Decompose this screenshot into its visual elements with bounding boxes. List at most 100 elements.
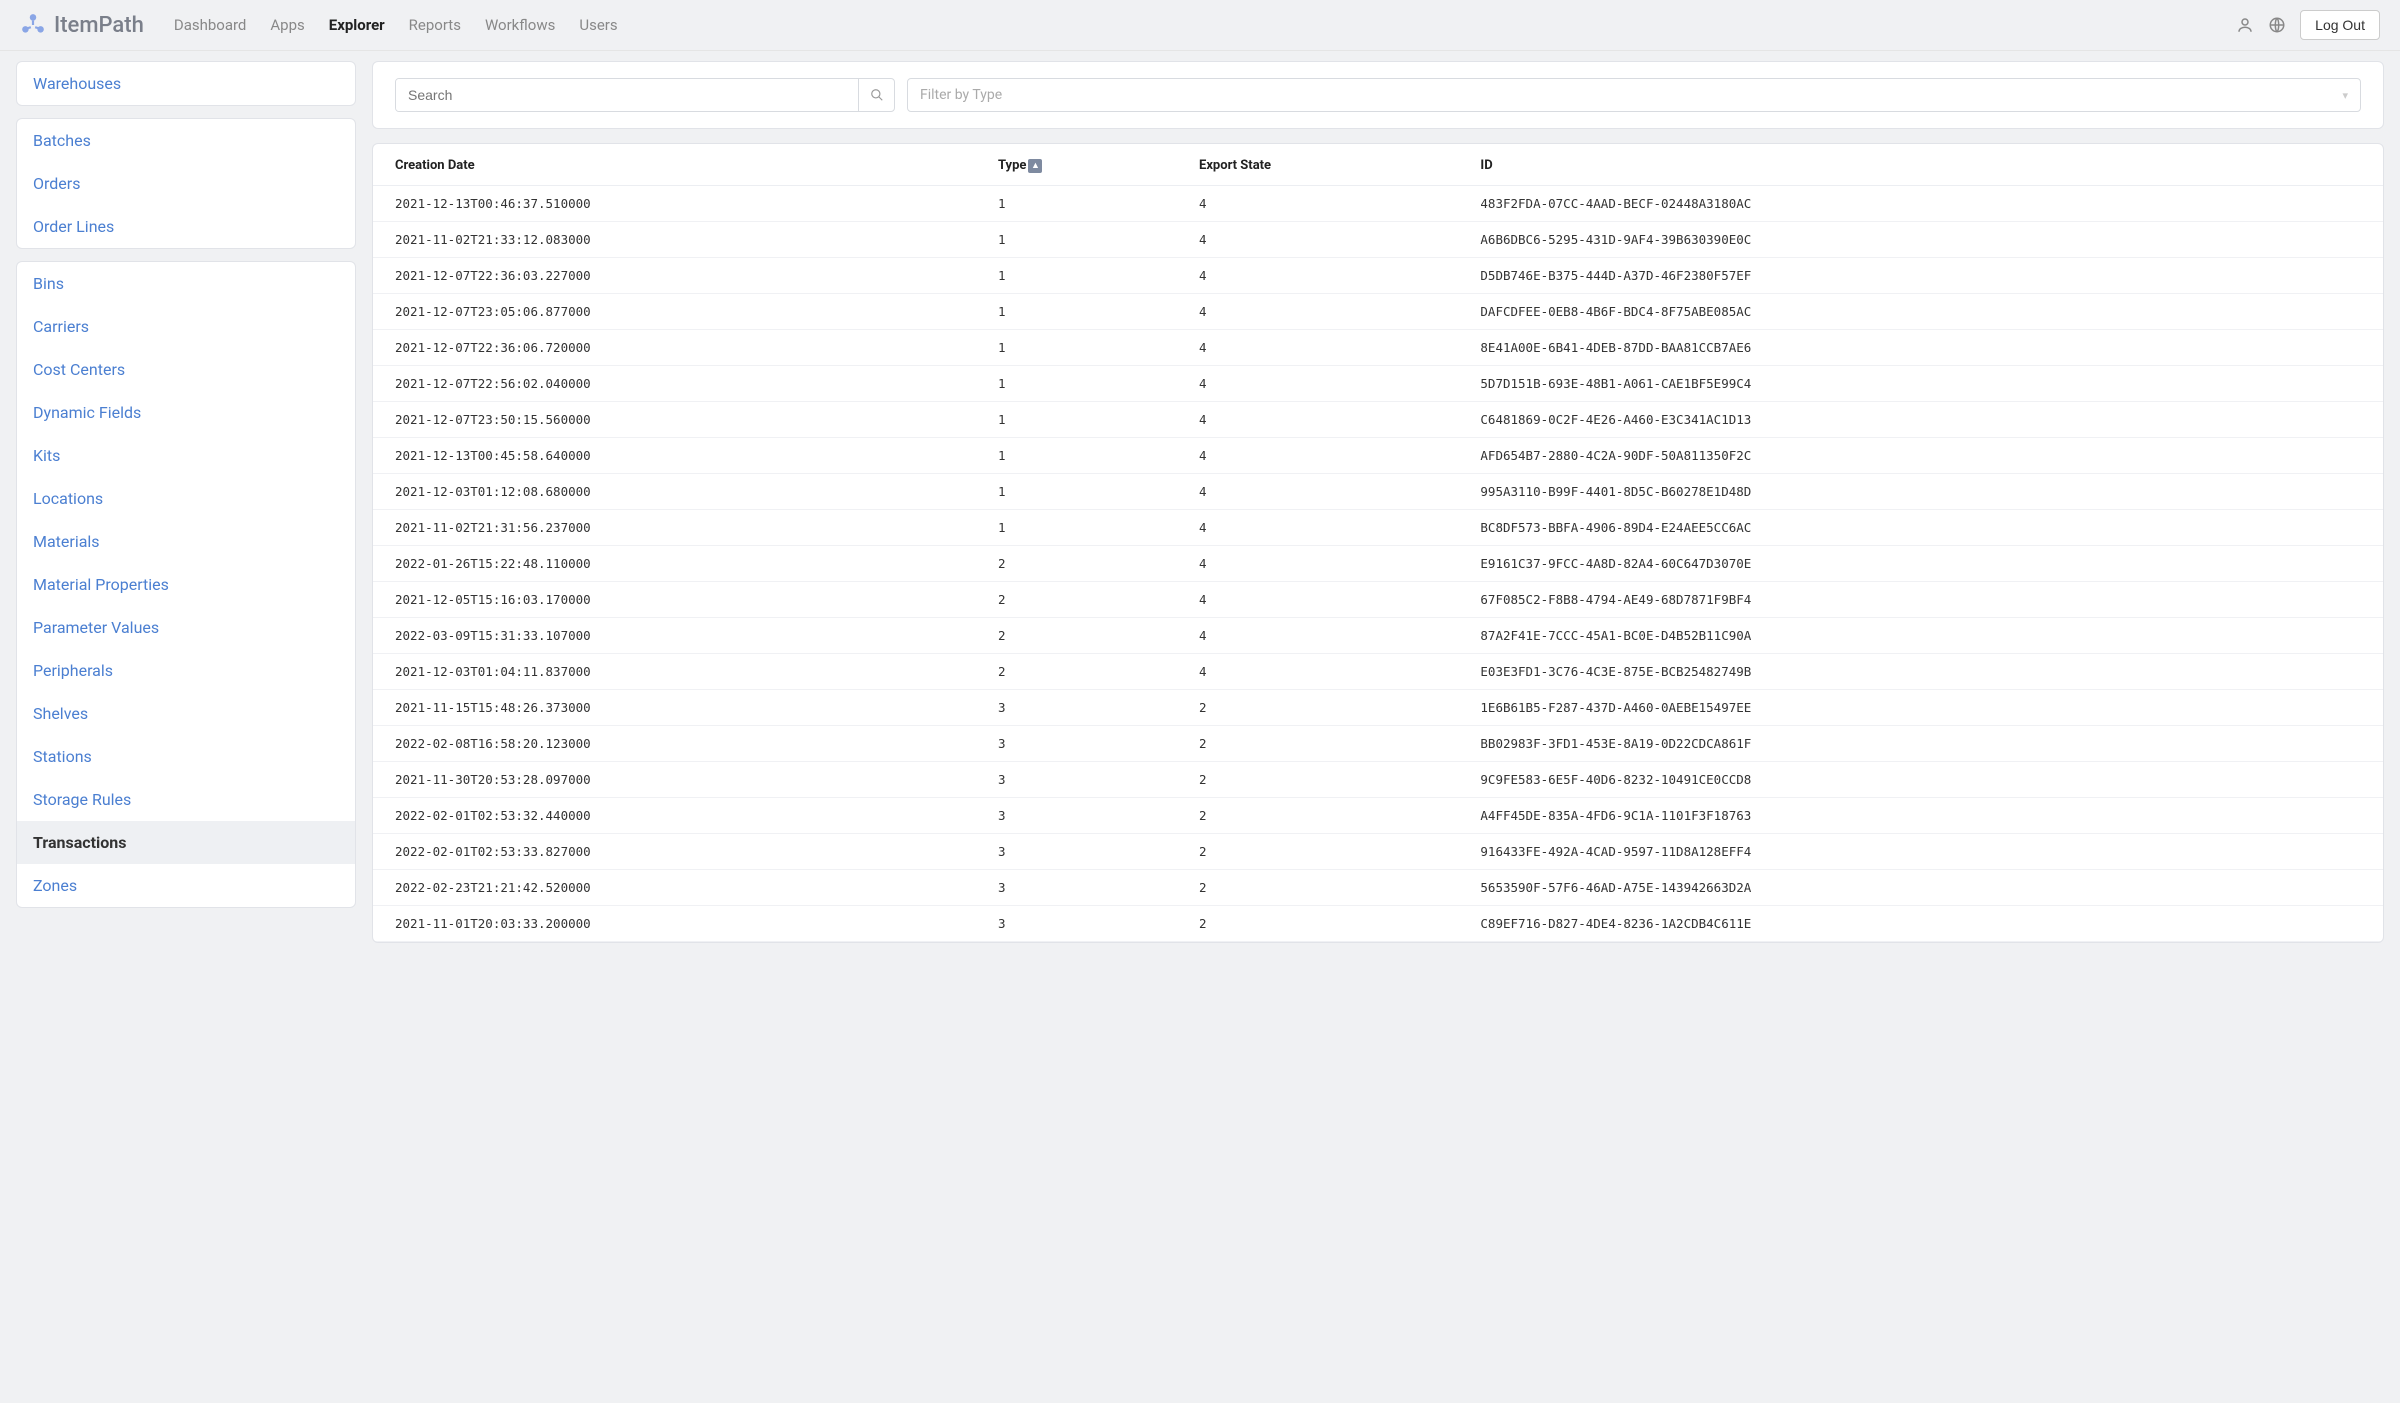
cell-creation-date: 2021-12-03T01:12:08.680000 (373, 474, 976, 510)
sidebar-item-kits[interactable]: Kits (17, 434, 355, 477)
sidebar-item-stations[interactable]: Stations (17, 735, 355, 778)
search-input[interactable] (396, 79, 858, 111)
column-creation-date[interactable]: Creation Date (373, 144, 976, 186)
cell-export-state: 4 (1177, 402, 1458, 438)
nav-links: Dashboard Apps Explorer Reports Workflows Use… (174, 16, 2236, 34)
sidebar-item-storage-rules[interactable]: Storage Rules (17, 778, 355, 821)
cell-creation-date: 2022-03-09T15:31:33.107000 (373, 618, 976, 654)
cell-type: 1 (976, 510, 1177, 546)
cell-export-state: 4 (1177, 222, 1458, 258)
search-icon (870, 88, 884, 102)
cell-creation-date: 2021-12-07T22:56:02.040000 (373, 366, 976, 402)
sidebar-item-bins[interactable]: Bins (17, 262, 355, 305)
sidebar-item-zones[interactable]: Zones (17, 864, 355, 907)
table-row[interactable]: 2021-12-07T22:36:06.720000148E41A00E-6B4… (373, 330, 2383, 366)
column-export-state[interactable]: Export State (1177, 144, 1458, 186)
cell-creation-date: 2021-11-30T20:53:28.097000 (373, 762, 976, 798)
sidebar-item-order-lines[interactable]: Order Lines (17, 205, 355, 248)
sidebar-item-materials[interactable]: Materials (17, 520, 355, 563)
cell-type: 1 (976, 366, 1177, 402)
table-row[interactable]: 2021-12-07T23:05:06.87700014DAFCDFEE-0EB… (373, 294, 2383, 330)
cell-id: D5DB746E-B375-444D-A37D-46F2380F57EF (1458, 258, 2383, 294)
cell-type: 2 (976, 618, 1177, 654)
nav-users[interactable]: Users (579, 16, 617, 34)
nav-dashboard[interactable]: Dashboard (174, 16, 247, 34)
cell-type: 1 (976, 330, 1177, 366)
table-row[interactable]: 2021-12-13T00:46:37.51000014483F2FDA-07C… (373, 186, 2383, 222)
cell-creation-date: 2021-11-02T21:33:12.083000 (373, 222, 976, 258)
cell-type: 3 (976, 798, 1177, 834)
cell-export-state: 4 (1177, 438, 1458, 474)
logo-icon (20, 12, 46, 38)
cell-id: C6481869-0C2F-4E26-A460-E3C341AC1D13 (1458, 402, 2383, 438)
sidebar-item-orders[interactable]: Orders (17, 162, 355, 205)
cell-type: 1 (976, 294, 1177, 330)
logout-button[interactable]: Log Out (2300, 10, 2380, 40)
sidebar-item-shelves[interactable]: Shelves (17, 692, 355, 735)
sidebar-group: BinsCarriersCost CentersDynamic FieldsKi… (16, 261, 356, 908)
brand[interactable]: ItemPath (20, 12, 144, 38)
sidebar-item-dynamic-fields[interactable]: Dynamic Fields (17, 391, 355, 434)
cell-id: A6B6DBC6-5295-431D-9AF4-39B630390E0C (1458, 222, 2383, 258)
cell-id: 9C9FE583-6E5F-40D6-8232-10491CE0CCD8 (1458, 762, 2383, 798)
table-row[interactable]: 2021-11-15T15:48:26.373000321E6B61B5-F28… (373, 690, 2383, 726)
table-row[interactable]: 2022-02-08T16:58:20.12300032BB02983F-3FD… (373, 726, 2383, 762)
transactions-table: Creation Date Type▲Export StateID 2021-12… (373, 144, 2383, 942)
cell-creation-date: 2021-12-07T23:50:15.560000 (373, 402, 976, 438)
table-row[interactable]: 2022-02-01T02:53:32.44000032A4FF45DE-835… (373, 798, 2383, 834)
sidebar-item-peripherals[interactable]: Peripherals (17, 649, 355, 692)
sidebar-item-locations[interactable]: Locations (17, 477, 355, 520)
column-label: Creation Date (395, 158, 475, 173)
filter-card: Filter by Type ▾ (372, 61, 2384, 129)
cell-id: 1E6B61B5-F287-437D-A460-0AEBE15497EE (1458, 690, 2383, 726)
nav-workflows[interactable]: Workflows (485, 16, 555, 34)
table-card: Creation Date Type▲Export StateID 2021-12… (372, 143, 2384, 943)
cell-export-state: 4 (1177, 366, 1458, 402)
sidebar-item-batches[interactable]: Batches (17, 119, 355, 162)
type-filter[interactable]: Filter by Type ▾ (907, 78, 2361, 112)
table-row[interactable]: 2021-12-05T15:16:03.1700002467F085C2-F8B… (373, 582, 2383, 618)
column-type[interactable]: Type▲ (976, 144, 1177, 186)
cell-creation-date: 2021-12-13T00:45:58.640000 (373, 438, 976, 474)
cell-type: 2 (976, 582, 1177, 618)
table-row[interactable]: 2022-02-01T02:53:33.82700032916433FE-492… (373, 834, 2383, 870)
cell-id: A4FF45DE-835A-4FD6-9C1A-1101F3F18763 (1458, 798, 2383, 834)
table-row[interactable]: 2021-12-07T23:50:15.56000014C6481869-0C2… (373, 402, 2383, 438)
table-row[interactable]: 2021-11-02T21:33:12.08300014A6B6DBC6-529… (373, 222, 2383, 258)
table-row[interactable]: 2022-02-23T21:21:42.520000325653590F-57F… (373, 870, 2383, 906)
table-row[interactable]: 2021-12-13T00:45:58.64000014AFD654B7-288… (373, 438, 2383, 474)
sidebar-item-transactions[interactable]: Transactions (17, 821, 355, 864)
cell-export-state: 4 (1177, 582, 1458, 618)
table-row[interactable]: 2021-12-07T22:36:03.22700014D5DB746E-B37… (373, 258, 2383, 294)
column-id[interactable]: ID (1458, 144, 2383, 186)
sidebar-group: Warehouses (16, 61, 356, 106)
sidebar-item-material-properties[interactable]: Material Properties (17, 563, 355, 606)
brand-text: ItemPath (54, 13, 144, 38)
cell-type: 1 (976, 438, 1177, 474)
globe-icon[interactable] (2268, 16, 2286, 34)
cell-id: BB02983F-3FD1-453E-8A19-0D22CDCA861F (1458, 726, 2383, 762)
sidebar-item-cost-centers[interactable]: Cost Centers (17, 348, 355, 391)
table-row[interactable]: 2021-11-02T21:31:56.23700014BC8DF573-BBF… (373, 510, 2383, 546)
table-row[interactable]: 2021-12-03T01:04:11.83700024E03E3FD1-3C7… (373, 654, 2383, 690)
cell-type: 3 (976, 834, 1177, 870)
table-row[interactable]: 2021-12-07T22:56:02.040000145D7D151B-693… (373, 366, 2383, 402)
nav-explorer[interactable]: Explorer (329, 16, 385, 34)
sidebar-item-carriers[interactable]: Carriers (17, 305, 355, 348)
cell-export-state: 4 (1177, 618, 1458, 654)
cell-export-state: 2 (1177, 726, 1458, 762)
table-row[interactable]: 2021-11-01T20:03:33.20000032C89EF716-D82… (373, 906, 2383, 942)
table-row[interactable]: 2021-12-03T01:12:08.68000014995A3110-B99… (373, 474, 2383, 510)
cell-export-state: 2 (1177, 834, 1458, 870)
sidebar-item-parameter-values[interactable]: Parameter Values (17, 606, 355, 649)
search-button[interactable] (858, 79, 894, 111)
user-icon[interactable] (2236, 16, 2254, 34)
sidebar-item-warehouses[interactable]: Warehouses (17, 62, 355, 105)
cell-creation-date: 2022-01-26T15:22:48.110000 (373, 546, 976, 582)
nav-reports[interactable]: Reports (409, 16, 461, 34)
table-row[interactable]: 2022-01-26T15:22:48.11000024E9161C37-9FC… (373, 546, 2383, 582)
table-row[interactable]: 2022-03-09T15:31:33.1070002487A2F41E-7CC… (373, 618, 2383, 654)
nav-apps[interactable]: Apps (270, 16, 304, 34)
table-row[interactable]: 2021-11-30T20:53:28.097000329C9FE583-6E5… (373, 762, 2383, 798)
cell-export-state: 4 (1177, 474, 1458, 510)
